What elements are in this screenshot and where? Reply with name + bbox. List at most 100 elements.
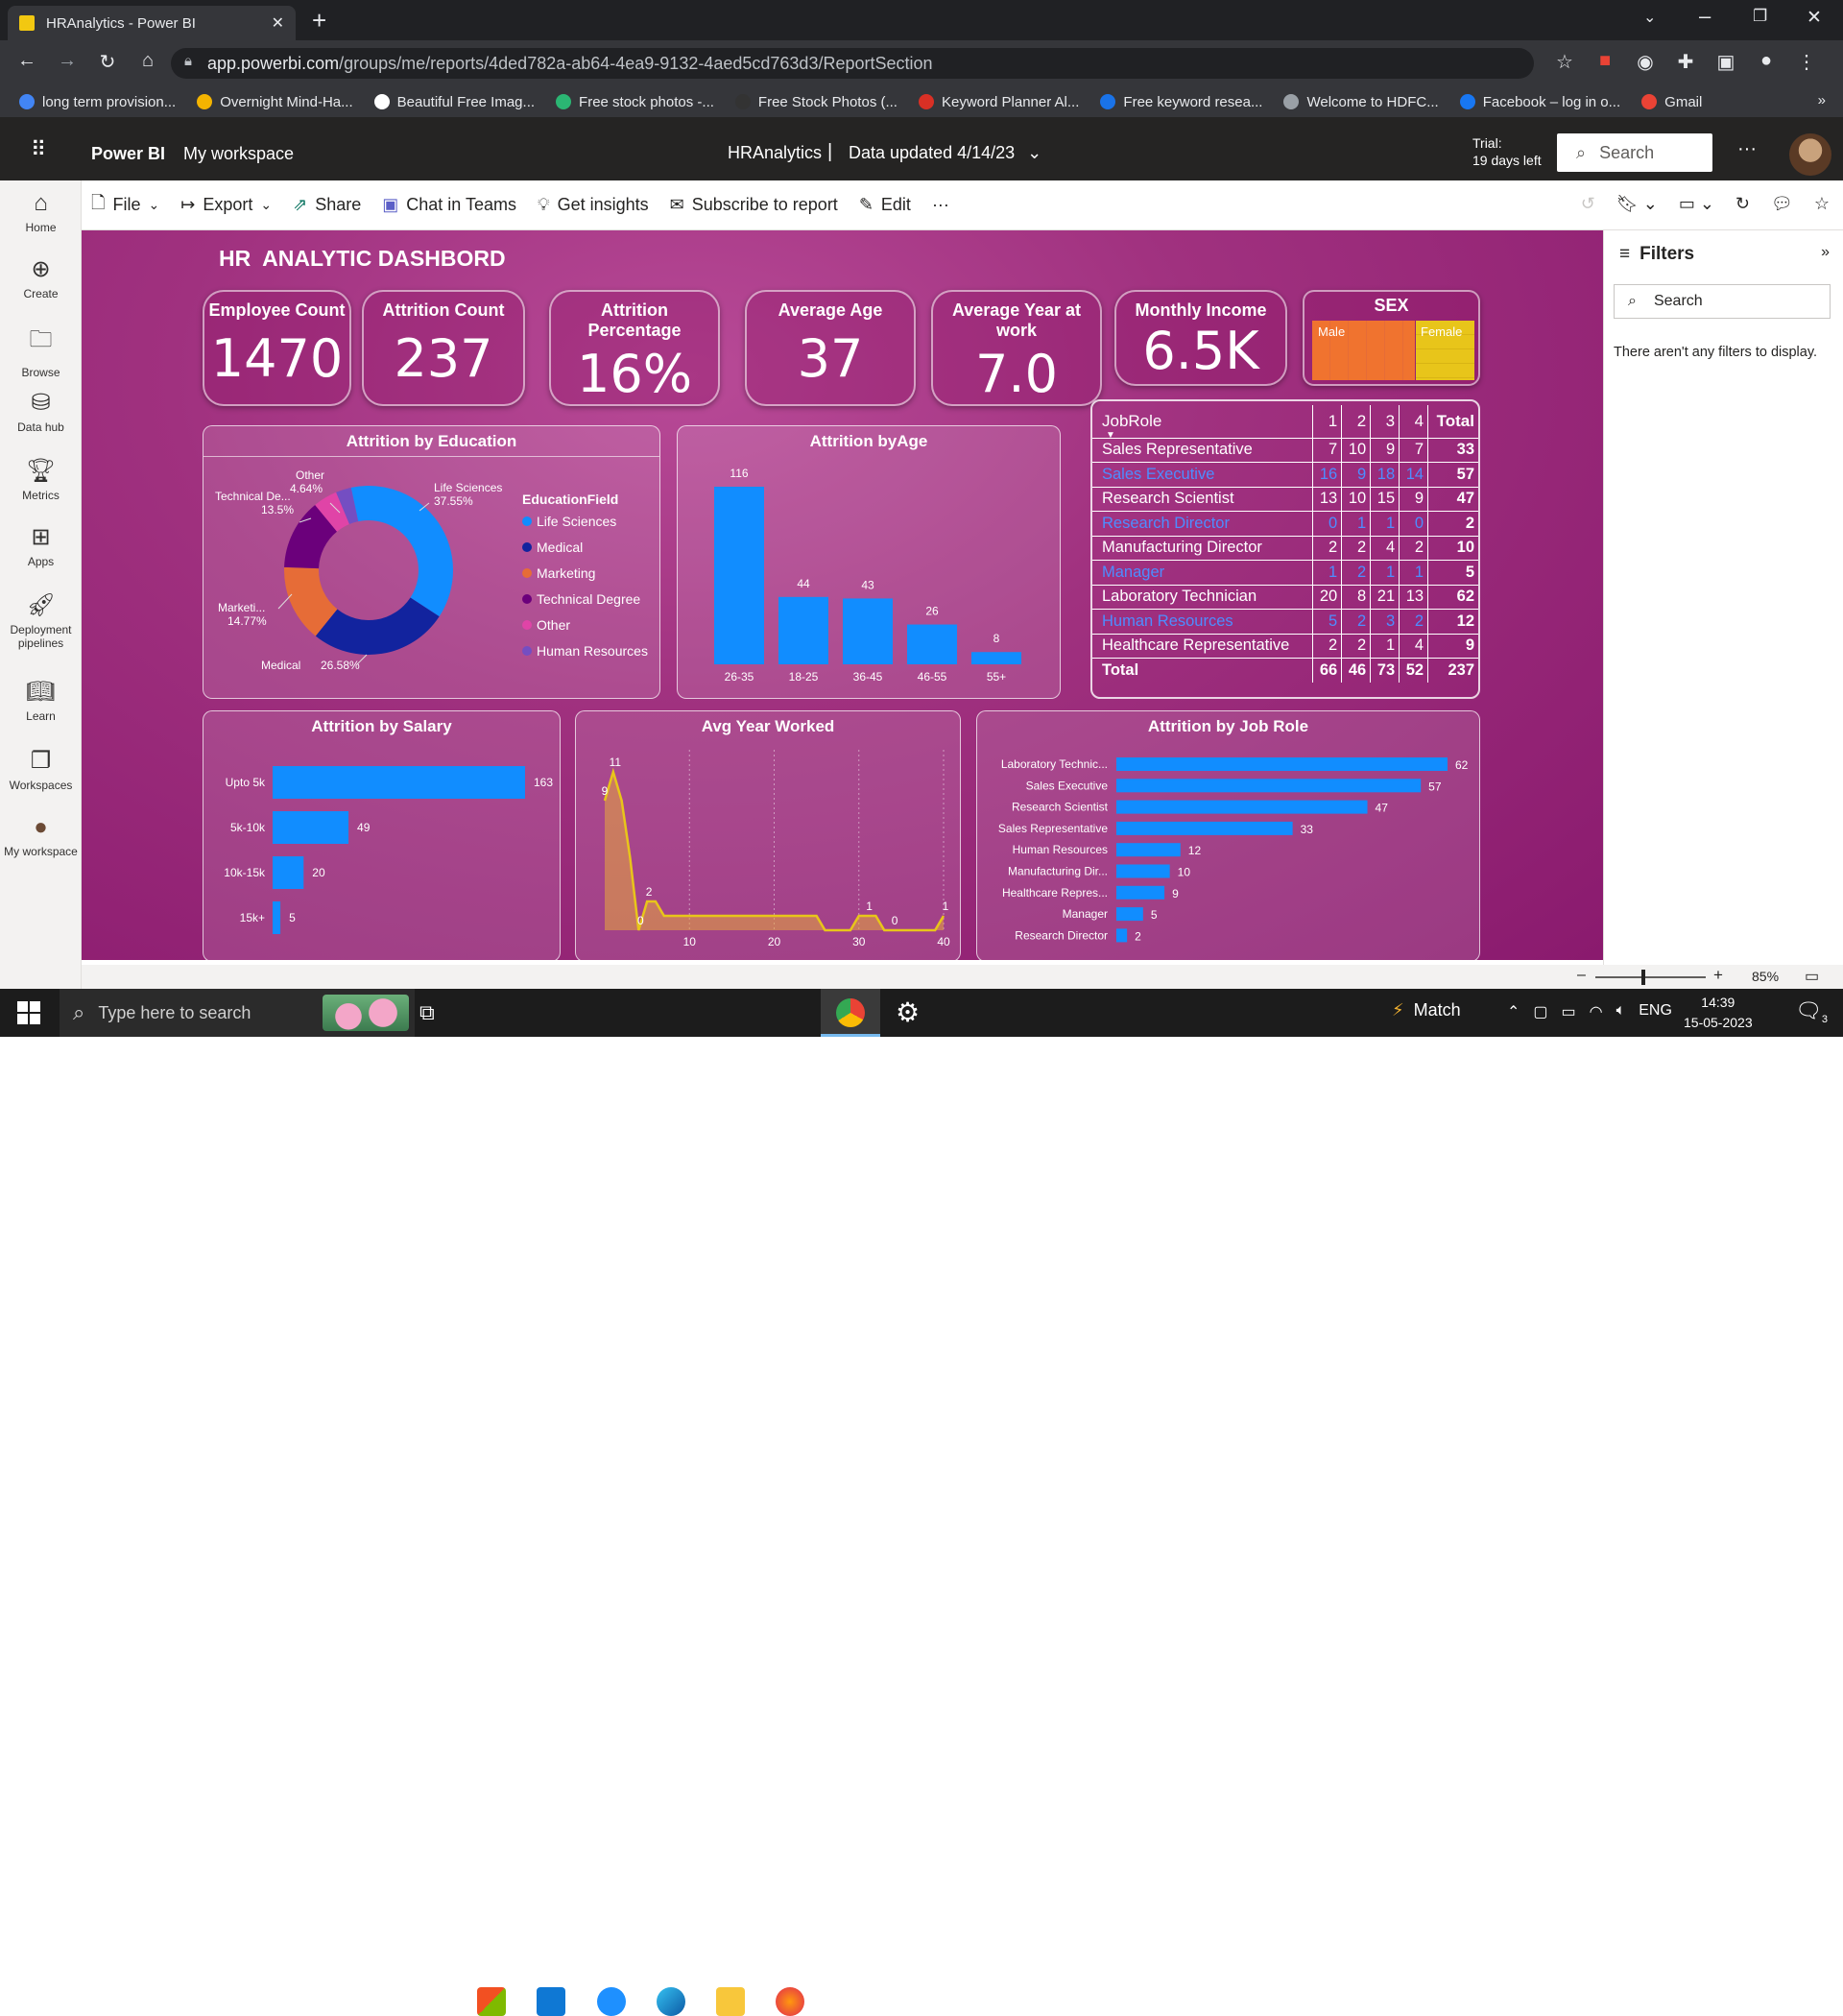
edge-icon[interactable]: [657, 1987, 685, 2016]
jobrole-bar[interactable]: [1116, 864, 1170, 878]
firefox-icon[interactable]: [776, 1987, 804, 2016]
legend-item[interactable]: Technical Degree: [522, 587, 648, 612]
jobrole-bar[interactable]: [1116, 843, 1181, 857]
table-row[interactable]: Manufacturing Director 2 2 4 2 10: [1092, 536, 1478, 561]
tray-chevron-icon[interactable]: ⌃: [1507, 1002, 1520, 1021]
nav-rocket[interactable]: 🚀︎ Deployment pipelines: [0, 591, 82, 650]
bookmark-item[interactable]: Free keyword resea...: [1100, 94, 1262, 110]
kpi-monthly-income[interactable]: Monthly Income 6.5K: [1114, 290, 1287, 386]
zoom-in-icon[interactable]: +: [1713, 966, 1723, 985]
age-bar[interactable]: [907, 624, 957, 664]
column-header[interactable]: 1: [1312, 405, 1343, 439]
close-window-icon[interactable]: ✕: [1807, 7, 1822, 29]
age-bar[interactable]: [778, 596, 828, 664]
kpi-average-age[interactable]: Average Age 37: [745, 290, 916, 406]
user-avatar[interactable]: [1789, 133, 1831, 176]
jobrole-bar[interactable]: [1116, 800, 1368, 814]
sidepanel-icon[interactable]: ▣: [1712, 50, 1739, 74]
bookmark-item[interactable]: Beautiful Free Imag...: [373, 94, 535, 110]
settings-gear-icon[interactable]: ⚙: [896, 996, 920, 1028]
bookmarks-overflow-icon[interactable]: »: [1818, 92, 1826, 108]
kpi-attrition-count[interactable]: Attrition Count 237: [362, 290, 525, 406]
header-search[interactable]: ⌕ Search: [1557, 133, 1712, 172]
zoom-slider[interactable]: [1595, 970, 1706, 985]
mail-icon[interactable]: [537, 1987, 565, 2016]
edit-button[interactable]: ✎ Edit: [859, 195, 911, 215]
extension-g-icon[interactable]: ◉: [1632, 50, 1659, 74]
jobrole-bar[interactable]: [1116, 779, 1422, 793]
task-view-icon[interactable]: ⧉: [419, 1000, 435, 1025]
kpi-average-year-at-work[interactable]: Average Year at work 7.0: [931, 290, 1102, 406]
treemap-male[interactable]: Male: [1312, 321, 1415, 380]
column-header[interactable]: 3: [1370, 405, 1400, 439]
jobrole-bar[interactable]: [1116, 757, 1448, 771]
age-bar[interactable]: [843, 598, 893, 664]
salary-bar[interactable]: [273, 856, 304, 889]
salary-bar-chart[interactable]: Upto 5k 163 5k-10k 49 10k-15k 20 15k+ 5: [203, 711, 562, 960]
legend-item[interactable]: Marketing: [522, 561, 648, 587]
bookmark-item[interactable]: Keyword Planner Al...: [918, 94, 1079, 110]
salary-bar[interactable]: [273, 811, 349, 844]
bookmark-item[interactable]: Free Stock Photos (...: [734, 94, 898, 110]
language-indicator[interactable]: ENG: [1639, 1002, 1672, 1021]
workspace-link[interactable]: My workspace: [183, 144, 294, 164]
table-row[interactable]: Healthcare Representative 2 2 1 4 9: [1092, 634, 1478, 659]
chrome-active-tab[interactable]: [821, 989, 880, 1037]
age-bar[interactable]: [971, 652, 1021, 664]
nav-apps[interactable]: ⊞ Apps: [0, 523, 82, 568]
new-tab-icon[interactable]: +: [312, 6, 326, 36]
legend-item[interactable]: Human Resources: [522, 638, 648, 664]
sort-descending-icon[interactable]: ▼: [1106, 430, 1115, 441]
clock[interactable]: 14:39 15-05-2023: [1684, 993, 1753, 1033]
reload-icon[interactable]: ↻: [94, 50, 121, 74]
bookmark-item[interactable]: Overnight Mind-Ha...: [197, 94, 353, 110]
file-explorer-icon[interactable]: [716, 1987, 745, 2016]
data-updated-dropdown[interactable]: Data updated 4/14/23 ⌄: [849, 143, 1041, 163]
microsoft-store-icon[interactable]: [477, 1987, 506, 2016]
nav-trophy[interactable]: 🏆︎ Metrics: [0, 457, 82, 502]
extension-m-icon[interactable]: ■: [1592, 50, 1618, 74]
browser-tab[interactable]: HRAnalytics - Power BI ✕: [8, 6, 296, 40]
jobrole-bar[interactable]: [1116, 885, 1165, 900]
extensions-puzzle-icon[interactable]: ✚: [1672, 50, 1699, 74]
jobrole-bar[interactable]: [1116, 928, 1128, 943]
tab-search-icon[interactable]: ⌄: [1643, 8, 1656, 27]
avg-year-area-chart[interactable]: 10 20 30 4011920101: [576, 711, 962, 960]
salary-bar[interactable]: [273, 901, 281, 934]
file-menu[interactable]: 🗋 File ⌄: [91, 191, 159, 220]
favorite-icon[interactable]: ☆: [1814, 194, 1830, 214]
filters-search[interactable]: ⌕ Search: [1614, 284, 1831, 319]
jobrole-bar[interactable]: [1116, 907, 1143, 922]
bookmark-icon[interactable]: 🔖︎ ⌄: [1616, 194, 1658, 214]
nav-avatar[interactable]: ● My workspace: [0, 814, 82, 858]
nav-folder[interactable]: 🗀︎ Browse: [0, 323, 82, 379]
donut-slice[interactable]: [315, 597, 440, 655]
column-header[interactable]: 2: [1341, 405, 1372, 439]
table-row[interactable]: Laboratory Technician 20 8 21 13 62: [1092, 585, 1478, 610]
bookmark-item[interactable]: Facebook – log in o...: [1459, 94, 1620, 110]
table-row[interactable]: Manager 1 2 1 1 5: [1092, 560, 1478, 586]
battery-icon[interactable]: ▭: [1562, 1002, 1576, 1021]
legend-item[interactable]: Medical: [522, 535, 648, 561]
collapse-filters-icon[interactable]: »: [1821, 244, 1830, 261]
column-header[interactable]: Total: [1427, 405, 1478, 439]
subscribe-button[interactable]: ✉ Subscribe to report: [670, 195, 838, 215]
age-bar[interactable]: [714, 487, 764, 664]
jobrole-bar[interactable]: [1116, 821, 1293, 835]
tray-device-icon[interactable]: ▢: [1533, 1002, 1547, 1021]
table-row[interactable]: Human Resources 5 2 3 2 12: [1092, 609, 1478, 635]
table-row[interactable]: Sales Executive 16 9 18 14 57: [1092, 462, 1478, 488]
share-button[interactable]: ⇗ Share: [293, 195, 361, 215]
table-row[interactable]: Sales Representative 7 10 9 7 33: [1092, 438, 1478, 463]
chat-in-teams-button[interactable]: ▣ Chat in Teams: [382, 195, 516, 215]
legend-item[interactable]: Life Sciences: [522, 509, 648, 535]
system-tray[interactable]: ⌃ ▢ ▭ ◠ 🔈︎ ENG: [1507, 1002, 1672, 1021]
bookmark-star-icon[interactable]: ☆: [1551, 50, 1578, 74]
volume-icon[interactable]: 🔈︎: [1616, 1002, 1626, 1021]
zoom-level[interactable]: 85%: [1752, 969, 1779, 984]
reset-icon[interactable]: ↺: [1581, 194, 1595, 214]
export-menu[interactable]: ↦ Export ⌄: [180, 195, 272, 215]
bookmark-item[interactable]: Gmail: [1641, 94, 1702, 110]
age-bar-chart[interactable]: 116 26-35 44 18-25 43 36-45 26 46-55 8 55+: [678, 426, 1062, 700]
jobrole-matrix-panel[interactable]: JobRole ▼ 1 2 3 4 Total Sales Representative 7 10…: [1090, 399, 1480, 699]
